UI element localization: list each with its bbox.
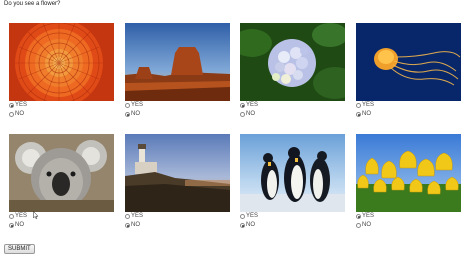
no-option[interactable]: NO — [356, 221, 461, 230]
image-card-3: YES NO — [240, 23, 345, 119]
mouse-cursor-icon — [33, 211, 39, 219]
yes-option[interactable]: YES — [9, 101, 114, 110]
yes-option[interactable]: YES — [125, 212, 230, 221]
survey-page: Do you see a flower? YES NO YES NO YES N… — [0, 0, 474, 265]
yes-option[interactable]: YES — [240, 101, 345, 110]
yes-radio[interactable] — [240, 214, 245, 219]
yes-radio[interactable] — [356, 214, 361, 219]
yes-radio[interactable] — [9, 103, 14, 108]
submit-button[interactable]: SUBMIT — [4, 244, 35, 254]
yes-radio[interactable] — [125, 214, 130, 219]
lighthouse-photo — [125, 134, 230, 212]
no-radio[interactable] — [240, 223, 245, 228]
koala-photo — [9, 134, 114, 212]
question-text: Do you see a flower? — [4, 1, 61, 7]
yes-radio[interactable] — [125, 103, 130, 108]
yes-label: YES — [362, 213, 375, 219]
no-label: NO — [246, 222, 255, 228]
yes-label: YES — [362, 102, 375, 108]
no-label: NO — [131, 222, 140, 228]
no-option[interactable]: NO — [240, 110, 345, 119]
hydrangea-flower-photo — [240, 23, 345, 101]
no-label: NO — [131, 111, 140, 117]
image-card-4: YES NO — [356, 23, 461, 119]
yes-label: YES — [15, 102, 28, 108]
yellow-tulips-photo — [356, 134, 461, 212]
no-label: NO — [362, 222, 371, 228]
yes-option[interactable]: YES — [240, 212, 345, 221]
image-card-1: YES NO — [9, 23, 114, 119]
no-label: NO — [15, 222, 24, 228]
image-card-2: YES NO — [125, 23, 230, 119]
no-radio[interactable] — [240, 112, 245, 117]
no-option[interactable]: NO — [240, 221, 345, 230]
yes-option[interactable]: YES — [356, 101, 461, 110]
desert-mesa-photo — [125, 23, 230, 101]
image-card-6: YES NO — [125, 134, 230, 230]
yes-label: YES — [15, 213, 28, 219]
orange-dahlia-flower-photo — [9, 23, 114, 101]
yes-label: YES — [246, 102, 259, 108]
no-label: NO — [15, 111, 24, 117]
jellyfish-photo — [356, 23, 461, 101]
no-option[interactable]: NO — [356, 110, 461, 119]
no-radio[interactable] — [125, 112, 130, 117]
penguins-photo — [240, 134, 345, 212]
no-radio[interactable] — [9, 223, 14, 228]
no-option[interactable]: NO — [125, 221, 230, 230]
yes-option[interactable]: YES — [356, 212, 461, 221]
no-radio[interactable] — [9, 112, 14, 117]
no-label: NO — [246, 111, 255, 117]
yes-radio[interactable] — [240, 103, 245, 108]
no-option[interactable]: NO — [9, 110, 114, 119]
yes-label: YES — [131, 213, 144, 219]
image-card-5: YES NO — [9, 134, 114, 230]
no-option[interactable]: NO — [125, 110, 230, 119]
no-radio[interactable] — [356, 112, 361, 117]
no-option[interactable]: NO — [9, 221, 114, 230]
yes-radio[interactable] — [9, 214, 14, 219]
yes-radio[interactable] — [356, 103, 361, 108]
no-radio[interactable] — [125, 223, 130, 228]
image-card-7: YES NO — [240, 134, 345, 230]
yes-label: YES — [131, 102, 144, 108]
no-radio[interactable] — [356, 223, 361, 228]
yes-label: YES — [246, 213, 259, 219]
image-card-8: YES NO — [356, 134, 461, 230]
yes-option[interactable]: YES — [125, 101, 230, 110]
yes-option[interactable]: YES — [9, 212, 114, 221]
no-label: NO — [362, 111, 371, 117]
